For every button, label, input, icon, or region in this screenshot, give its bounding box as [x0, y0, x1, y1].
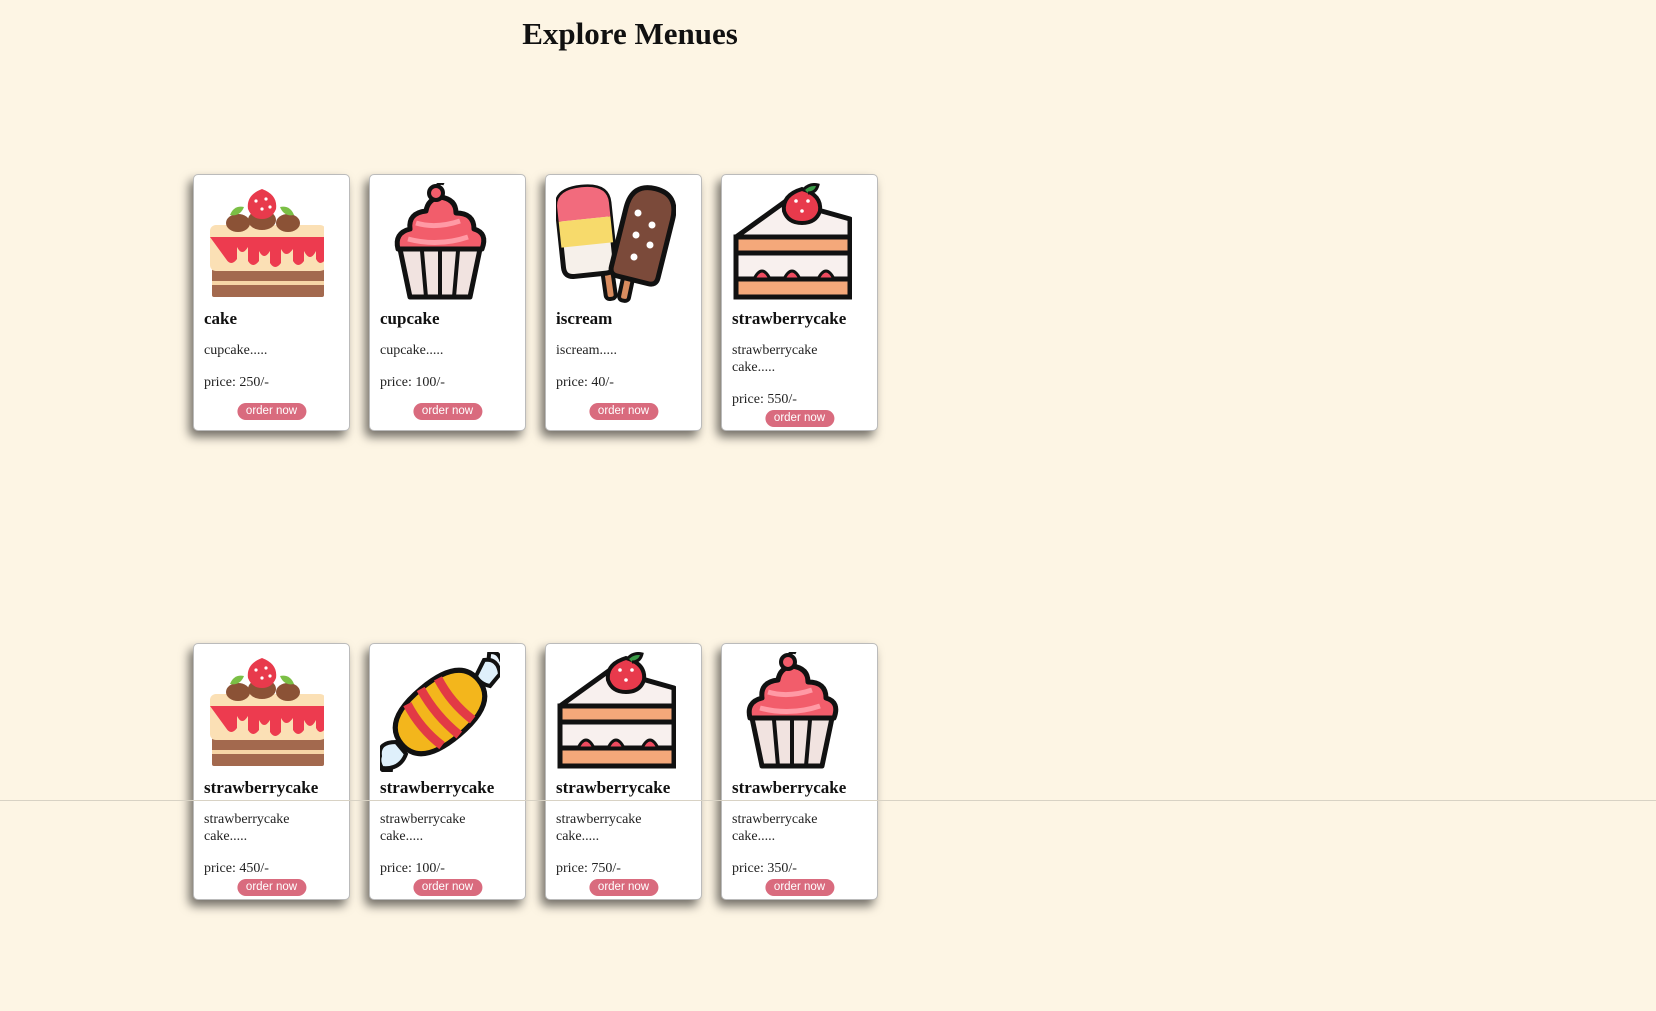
- page: Explore Menues cake cupcake..... price: …: [0, 0, 1656, 1011]
- cupcake-icon: [732, 652, 852, 772]
- order-now-button[interactable]: order now: [236, 879, 307, 896]
- menu-item-name: iscream: [556, 309, 613, 328]
- menu-row-2: strawberrycake strawberrycake cake..... …: [193, 643, 878, 900]
- menu-item-price: price: 350/-: [732, 861, 797, 876]
- candy-icon: [380, 652, 500, 772]
- menu-row-1: cake cupcake..... price: 250/- order now…: [193, 174, 878, 431]
- menu-card: iscream iscream..... price: 40/- order n…: [545, 174, 702, 431]
- menu-item-description: strawberrycake cake.....: [380, 812, 466, 844]
- layer-cake-icon: [204, 652, 324, 772]
- menu-card: strawberrycake strawberrycake cake..... …: [193, 643, 350, 900]
- menu-item-description: iscream.....: [556, 343, 618, 358]
- menu-item-price: price: 100/-: [380, 861, 445, 876]
- divider: [0, 800, 1656, 801]
- order-now-button[interactable]: order now: [236, 403, 307, 420]
- ice-cream-bars-icon: [556, 183, 676, 303]
- menu-item-name: strawberrycake: [556, 778, 671, 797]
- menu-card: cupcake cupcake..... price: 100/- order …: [369, 174, 526, 431]
- menu-item-description: strawberrycake cake.....: [732, 812, 818, 844]
- menu-item-price: price: 40/-: [556, 375, 614, 390]
- menu-item-description: strawberrycake cake.....: [204, 812, 290, 844]
- menu-item-price: price: 750/-: [556, 861, 621, 876]
- menu-item-price: price: 100/-: [380, 375, 445, 390]
- menu-card: strawberrycake strawberrycake cake..... …: [721, 174, 878, 431]
- menu-item-price: price: 250/-: [204, 375, 269, 390]
- menu-item-name: strawberrycake: [732, 778, 847, 797]
- order-now-button[interactable]: order now: [764, 410, 835, 427]
- menu-item-name: strawberrycake: [732, 309, 847, 328]
- order-now-button[interactable]: order now: [764, 879, 835, 896]
- cupcake-icon: [380, 183, 500, 303]
- menu-item-price: price: 550/-: [732, 392, 797, 407]
- menu-item-name: cake: [204, 309, 238, 328]
- order-now-button[interactable]: order now: [588, 879, 659, 896]
- order-now-button[interactable]: order now: [412, 403, 483, 420]
- menu-item-name: cupcake: [380, 309, 440, 328]
- menu-item-name: strawberrycake: [204, 778, 319, 797]
- cake-slice-icon: [732, 183, 852, 303]
- menu-item-name: strawberrycake: [380, 778, 495, 797]
- menu-card: cake cupcake..... price: 250/- order now: [193, 174, 350, 431]
- menu-card: strawberrycake strawberrycake cake..... …: [369, 643, 526, 900]
- menu-item-description: cupcake.....: [204, 343, 268, 358]
- menu-card: strawberrycake strawberrycake cake..... …: [721, 643, 878, 900]
- menu-card: strawberrycake strawberrycake cake..... …: [545, 643, 702, 900]
- order-now-button[interactable]: order now: [588, 403, 659, 420]
- menu-item-description: strawberrycake cake.....: [556, 812, 642, 844]
- order-now-button[interactable]: order now: [412, 879, 483, 896]
- menu-item-description: strawberrycake cake.....: [732, 343, 818, 375]
- cake-slice-icon: [556, 652, 676, 772]
- menu-item-price: price: 450/-: [204, 861, 269, 876]
- layer-cake-icon: [204, 183, 324, 303]
- page-title: Explore Menues: [522, 16, 738, 51]
- menu-item-description: cupcake.....: [380, 343, 444, 358]
